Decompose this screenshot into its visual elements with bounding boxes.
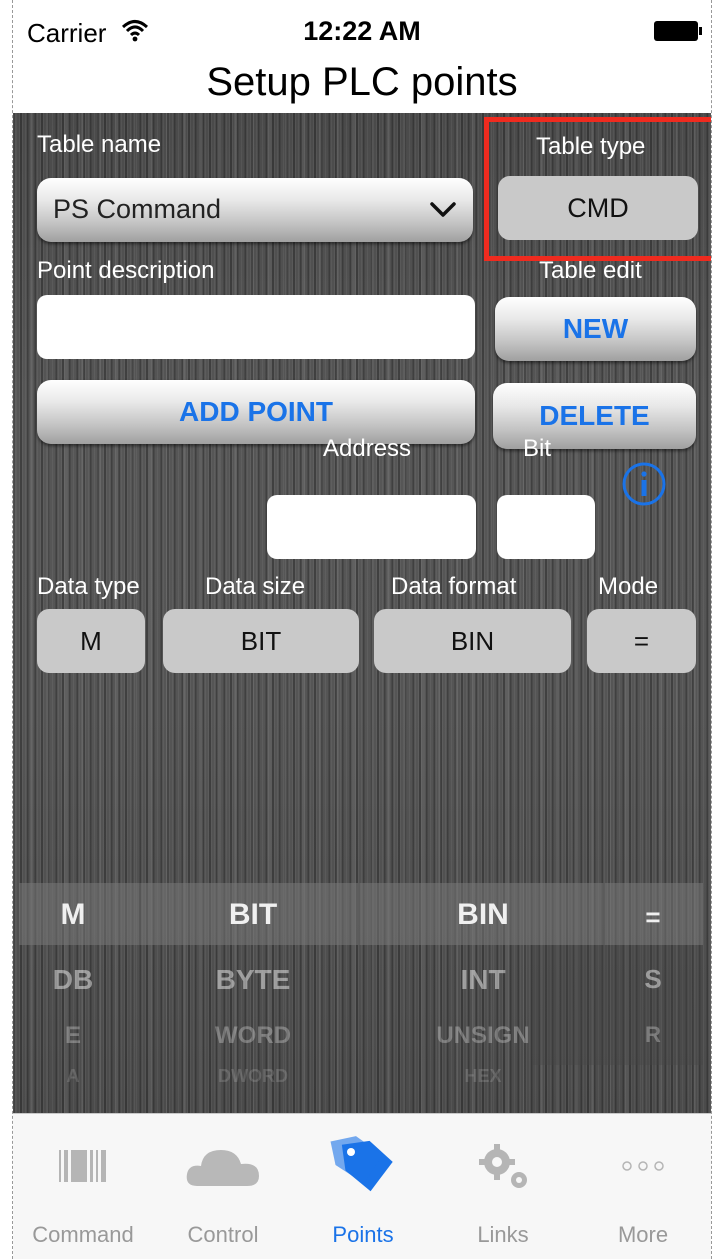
picker-format-option[interactable]: UNSIGN — [403, 1022, 563, 1050]
picker-type-option[interactable]: M — [43, 898, 103, 932]
tab-points-label: Points — [332, 1222, 394, 1247]
picker-row[interactable]: DB BYTE INT S — [13, 950, 711, 1010]
table-name-value: PS Command — [53, 194, 222, 224]
picker-mode-option[interactable]: R — [623, 1022, 683, 1048]
tab-links-label: Links — [477, 1222, 529, 1247]
address-label: Address — [323, 435, 412, 462]
point-description-input[interactable] — [37, 295, 475, 359]
picker-row[interactable]: A DWORD HEX — [13, 1056, 711, 1113]
page-title: Setup PLC points — [206, 60, 518, 104]
picker-format-option[interactable]: HEX — [413, 1066, 553, 1087]
point-description-label: Point description — [37, 257, 215, 284]
bit-input[interactable] — [497, 495, 595, 559]
chevron-down-icon — [430, 202, 456, 217]
tab-control-label: Control — [187, 1222, 259, 1247]
status-bar: Carrier 12:22 AM — [13, 0, 711, 62]
data-size-selector[interactable]: BIT — [163, 609, 359, 673]
phone-screen: Carrier 12:22 AM Setup PLC points Table … — [12, 0, 712, 1259]
barcode-icon — [59, 1150, 106, 1182]
data-type-label: Data type — [37, 573, 140, 600]
picker-format-option[interactable]: INT — [413, 964, 553, 996]
tab-command-label: Command — [32, 1222, 134, 1247]
table-name-dropdown[interactable]: PS Command — [37, 178, 473, 242]
table-type-highlight — [484, 117, 711, 261]
mode-label: Mode — [598, 573, 659, 600]
table-name-label: Table name — [37, 131, 162, 158]
setup-form: Table name Table type PS Command CMD Poi… — [13, 113, 711, 1113]
tab-more[interactable]: More — [573, 1114, 711, 1259]
picker-mode-option[interactable]: = — [623, 902, 683, 933]
data-format-label: Data format — [391, 573, 517, 600]
tag-icon — [330, 1136, 393, 1192]
picker-size-option[interactable]: WORD — [183, 1022, 323, 1050]
tab-bar: Command Control Points Links More — [13, 1113, 711, 1259]
status-time: 12:22 AM — [303, 16, 421, 46]
more-dots-icon — [622, 1161, 664, 1171]
gears-icon — [479, 1144, 527, 1188]
cloud-icon — [186, 1150, 259, 1186]
info-icon[interactable] — [621, 461, 667, 507]
picker-size-option[interactable]: BIT — [193, 898, 313, 932]
data-size-label: Data size — [205, 573, 306, 600]
new-table-button[interactable]: NEW — [495, 297, 696, 361]
battery-icon — [654, 21, 702, 41]
picker-size-option[interactable]: DWORD — [193, 1066, 313, 1087]
data-type-selector[interactable]: M — [37, 609, 145, 673]
data-picker-wheel[interactable]: M BIT BIN = DB BYTE INT S E WORD UNSIGN … — [13, 878, 711, 1113]
tab-control[interactable]: Control — [153, 1114, 293, 1259]
picker-row-selected[interactable]: M BIT BIN = — [13, 888, 711, 948]
mode-selector[interactable]: = — [587, 609, 696, 673]
picker-type-option[interactable]: A — [43, 1066, 103, 1087]
tab-more-label: More — [617, 1222, 669, 1247]
data-format-selector[interactable]: BIN — [374, 609, 571, 673]
tab-command[interactable]: Command — [13, 1114, 153, 1259]
picker-type-option[interactable]: E — [43, 1022, 103, 1050]
picker-mode-option[interactable]: S — [623, 964, 683, 995]
tab-links[interactable]: Links — [433, 1114, 573, 1259]
address-input[interactable] — [267, 495, 476, 559]
picker-format-option[interactable]: BIN — [413, 898, 553, 932]
bit-label: Bit — [523, 435, 552, 462]
picker-type-option[interactable]: DB — [43, 964, 103, 996]
picker-size-option[interactable]: BYTE — [193, 964, 313, 996]
table-edit-label: Table edit — [539, 257, 642, 284]
tab-points[interactable]: Points — [293, 1114, 433, 1259]
